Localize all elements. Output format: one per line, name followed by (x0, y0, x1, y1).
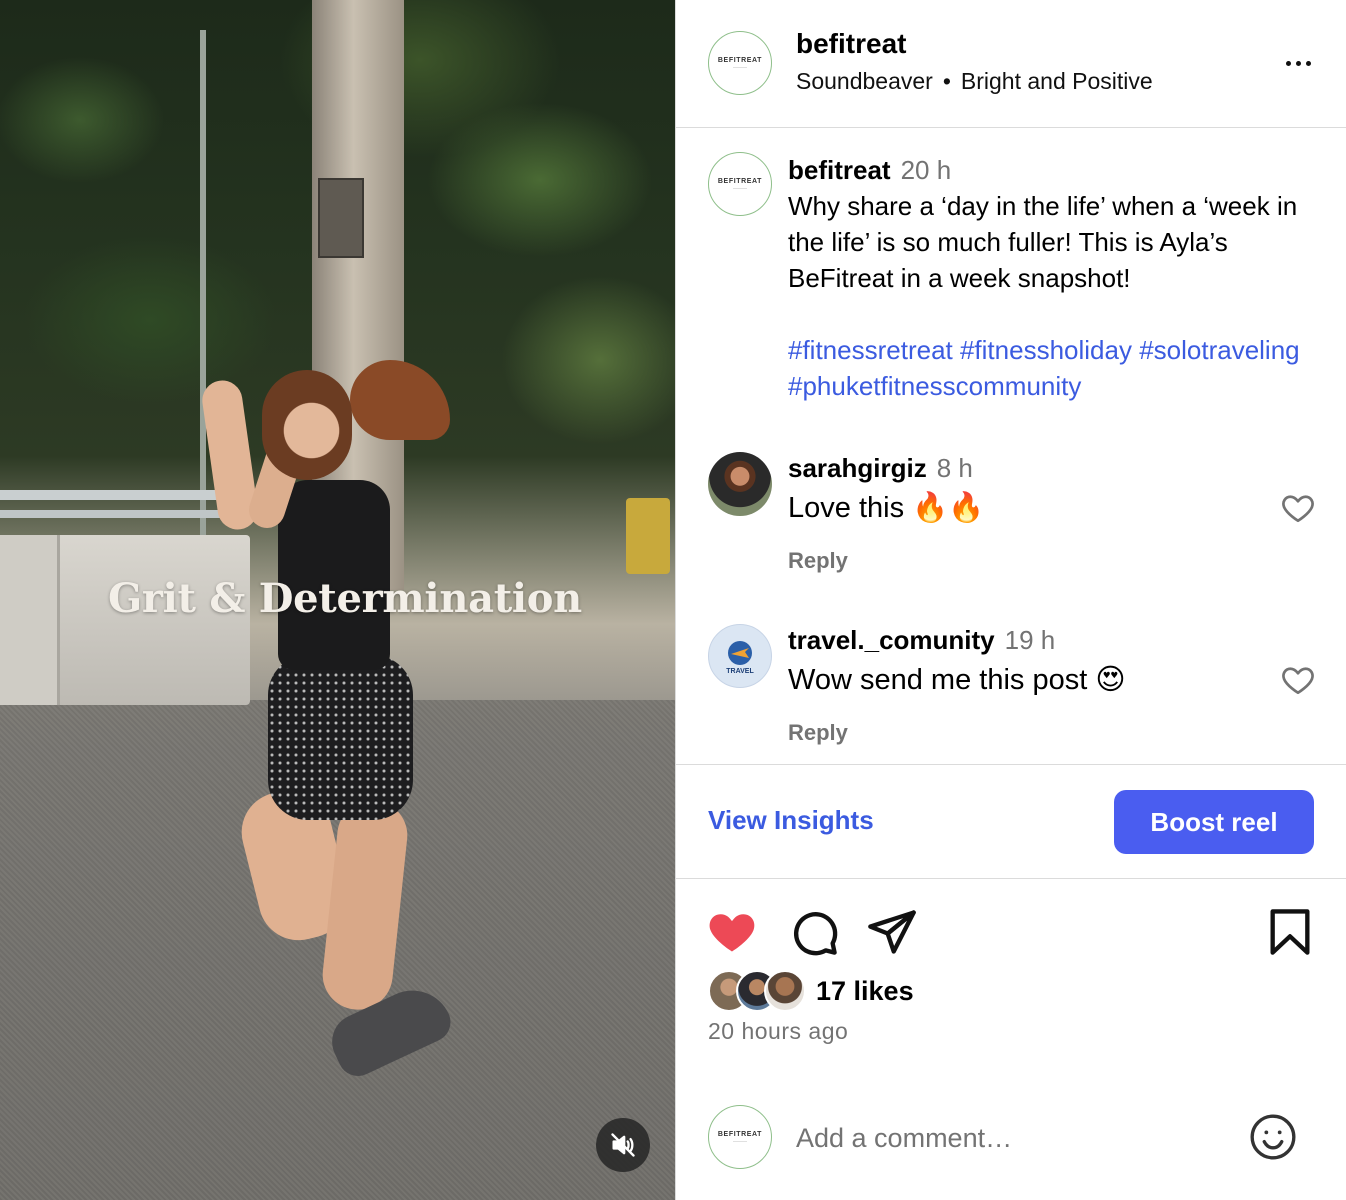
avatar-brand-text: BEFITREAT (717, 1131, 763, 1138)
person-head (262, 370, 352, 480)
post-header: BEFITREAT ———— befitreat Soundbeaver • Bri… (676, 0, 1346, 128)
person-shorts (268, 655, 413, 820)
caption-time: 20 h (900, 155, 952, 185)
liker-avatars (708, 970, 808, 1012)
comment-icon[interactable] (788, 906, 840, 958)
engagement-icons (676, 900, 1346, 964)
heart-outline-icon[interactable] (1280, 490, 1316, 526)
caption-hashtags[interactable]: #fitnessretreat #fitnessholiday #solotra… (788, 332, 1328, 404)
avatar-brand-text: BEFITREAT (717, 57, 763, 64)
view-insights-link[interactable]: View Insights (708, 805, 874, 836)
separator-dot: • (942, 68, 951, 94)
avatar-label: TRAVEL (726, 667, 754, 675)
guard-rail-lower (0, 510, 240, 518)
heart-outline-icon[interactable] (1280, 662, 1316, 698)
yellow-bin (626, 498, 670, 574)
avatar-tagline: ———— (733, 186, 747, 190)
post-details-panel: BEFITREAT ———— befitreat Soundbeaver • Bri… (675, 0, 1346, 1200)
audio-info[interactable]: Soundbeaver • Bright and Positive (796, 68, 1153, 95)
commenter-username[interactable]: travel._comunity (788, 625, 995, 655)
boost-reel-button[interactable]: Boost reel (1114, 790, 1314, 854)
concrete-barrier-segment (0, 535, 60, 705)
comment-item: TRAVEL travel._comunity 19 h Wow send me … (676, 624, 1346, 774)
comment-input[interactable] (796, 1116, 1216, 1160)
comment-time: 8 h (936, 453, 973, 483)
add-comment-bar: BEFITREAT ———— (676, 1076, 1346, 1200)
share-icon[interactable] (866, 906, 918, 958)
caption-text: Why share a ‘day in the life’ when a ‘we… (788, 191, 1298, 293)
commenter-avatar[interactable] (708, 452, 772, 516)
audio-artist[interactable]: Soundbeaver (796, 68, 933, 94)
comment-body: travel._comunity 19 h Wow send me this po… (788, 624, 1258, 746)
emoji-picker-icon[interactable] (1248, 1112, 1298, 1162)
video-overlay-text: Grit & Determination (108, 575, 582, 622)
reply-button[interactable]: Reply (788, 548, 1258, 574)
speaker-muted-icon (611, 1133, 635, 1157)
comment-text: Love this 🔥🔥 (788, 492, 985, 524)
more-horizontal-icon (1285, 60, 1291, 66)
likes-count[interactable]: 17 likes (816, 976, 914, 1007)
author-username[interactable]: befitreat (796, 28, 906, 60)
reel-video[interactable]: Grit & Determination (0, 0, 675, 1200)
heart-filled-icon[interactable] (706, 906, 758, 958)
current-user-avatar: BEFITREAT ———— (708, 1105, 772, 1169)
liker-avatar (764, 970, 806, 1012)
more-dot (1305, 60, 1311, 66)
caption-username[interactable]: befitreat (788, 155, 891, 185)
comment-text: Wow send me this post 😍 (788, 664, 1126, 696)
avatar-tagline: ———— (733, 65, 747, 69)
reply-button[interactable]: Reply (788, 720, 1258, 746)
globe-plane-icon (728, 640, 752, 665)
comment-item: sarahgirgiz 8 h Love this 🔥🔥 Reply (676, 452, 1346, 602)
commenter-avatar[interactable]: TRAVEL (708, 624, 772, 688)
post-timestamp: 20 hours ago (708, 1018, 849, 1044)
mute-button[interactable] (596, 1118, 650, 1172)
commenter-username[interactable]: sarahgirgiz (788, 453, 927, 483)
audio-title[interactable]: Bright and Positive (961, 68, 1153, 94)
avatar-tagline: ———— (733, 1139, 747, 1143)
caption-body: befitreat 20 h Why share a ‘day in the li… (788, 152, 1328, 404)
caption-avatar[interactable]: BEFITREAT ———— (708, 152, 772, 216)
more-options-button[interactable] (1278, 48, 1318, 78)
avatar-brand-text: BEFITREAT (717, 178, 763, 185)
pole-lamp (318, 178, 364, 258)
likes-row[interactable]: 17 likes (708, 970, 914, 1012)
insights-row: View Insights Boost reel (676, 764, 1346, 879)
bookmark-icon[interactable] (1264, 906, 1316, 958)
street-pole (200, 30, 206, 550)
comment-time: 19 h (1004, 625, 1056, 655)
more-dot (1295, 60, 1301, 66)
author-avatar[interactable]: BEFITREAT ———— (708, 31, 772, 95)
comment-body: sarahgirgiz 8 h Love this 🔥🔥 Reply (788, 452, 1258, 574)
